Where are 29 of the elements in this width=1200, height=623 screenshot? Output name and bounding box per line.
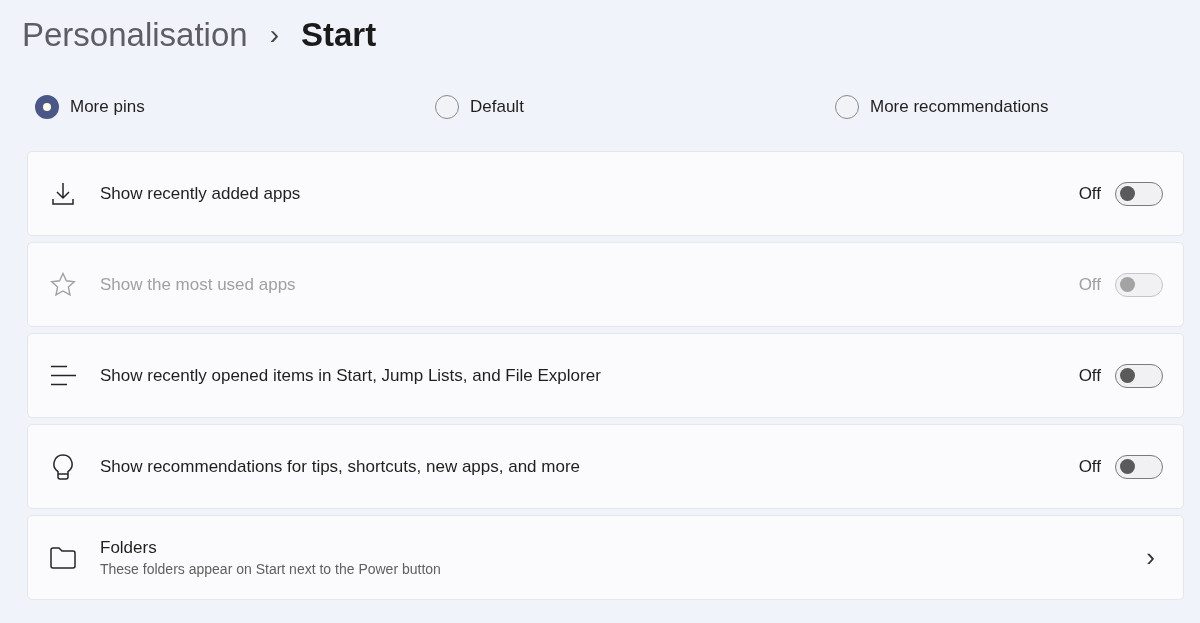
toggle-switch[interactable] xyxy=(1115,363,1163,388)
toggle-state: Off xyxy=(1078,274,1101,295)
setting-description: These folders appear on Start next to the Power button xyxy=(100,561,442,577)
toggle-switch[interactable] xyxy=(1115,454,1163,479)
radio-button[interactable] xyxy=(35,95,59,119)
setting-label: Folders xyxy=(100,538,158,558)
lightbulb-icon xyxy=(52,453,74,480)
toggle-state: Off xyxy=(1078,365,1101,386)
setting-label: Show recently opened items in Start, Jump Lists, and File Explorer xyxy=(100,365,602,386)
toggle-state: Off xyxy=(1078,183,1101,204)
breadcrumb-separator: › xyxy=(269,19,279,51)
toggle-state: Off xyxy=(1078,456,1101,477)
star-icon xyxy=(50,272,76,297)
chevron: › xyxy=(1146,542,1155,573)
download-icon xyxy=(52,181,74,206)
breadcrumb-parent[interactable]: Personalisation xyxy=(22,16,248,54)
radio-label[interactable]: Default xyxy=(470,97,524,117)
folder-icon xyxy=(50,546,76,569)
toggle-switch[interactable] xyxy=(1115,181,1163,206)
radio-label[interactable]: More recommendations xyxy=(870,97,1049,117)
setting-label: Show the most used apps xyxy=(100,274,297,295)
radio-label[interactable]: More pins xyxy=(70,97,145,117)
setting-card[interactable]: Folders These folders appear on Start next to the Power button › xyxy=(27,515,1184,600)
page-title: Start xyxy=(300,16,377,54)
list-icon xyxy=(50,365,76,386)
setting-label: Show recently added apps xyxy=(100,183,302,204)
setting-label: Show recommendations for tips, shortcuts, new apps, and more xyxy=(100,456,581,477)
radio-button[interactable] xyxy=(435,95,459,119)
radio-button[interactable] xyxy=(835,95,859,119)
